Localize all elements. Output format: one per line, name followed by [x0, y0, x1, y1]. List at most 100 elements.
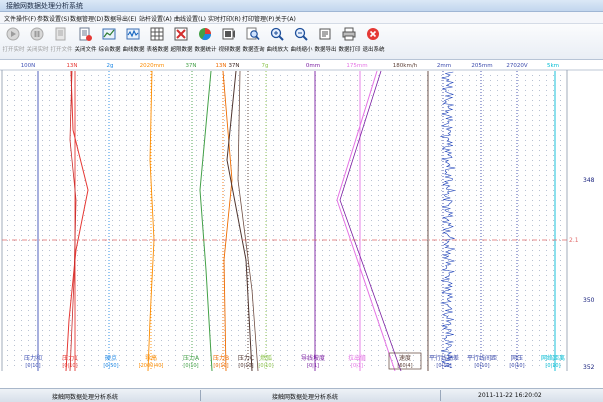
channel-range: [0|10] — [213, 363, 228, 369]
channel-range: [0|10] — [545, 363, 560, 369]
printer-icon — [342, 27, 356, 41]
menu-data-export[interactable]: 数据导出(E) — [104, 14, 136, 23]
channel-name[interactable]: 压力和 — [24, 354, 42, 362]
channel-range: [0|10] — [238, 363, 253, 369]
channel-name[interactable]: 燃弧 — [260, 354, 272, 362]
menu-pole-settings[interactable]: 站杆设置(A) — [139, 14, 172, 23]
channel-range: [0|10] — [436, 363, 451, 369]
channel-name[interactable]: 平行线高差 — [429, 354, 459, 362]
search-icon — [246, 27, 260, 41]
status-separator — [440, 390, 441, 401]
data-export-button[interactable]: 数据导出 — [312, 26, 339, 58]
overlimit-data-button[interactable]: 超限数据 — [168, 26, 195, 58]
channel-name[interactable]: 压力1 — [62, 354, 78, 362]
menu-bar: 文件操作(F) 参数设置(S) 数据管理(D) 数据导出(E) 站杆设置(A) … — [0, 12, 603, 24]
channel-range: [0|10] — [509, 363, 524, 369]
scale-label: 7g — [262, 63, 269, 69]
data-query-button[interactable]: 数据查询 — [240, 26, 267, 58]
open-file-button[interactable]: 打开文件 — [48, 26, 75, 58]
channel-name[interactable]: 压力A — [183, 354, 200, 362]
zoom-out-button[interactable]: 曲线缩小 — [288, 26, 315, 58]
zoom-in-button[interactable]: 曲线放大 — [264, 26, 291, 58]
channel-name[interactable]: 压力C — [238, 354, 254, 362]
scale-label: 180km/h — [393, 63, 418, 69]
table-data-icon — [150, 27, 164, 41]
curve-plot-svg[interactable]: 100N 13N 2g 2020mm 37N 13N 37N 7g 0mm 175mm 180km/… — [0, 60, 603, 371]
status-separator — [200, 390, 201, 401]
table-data-button[interactable]: 表格数据 — [144, 26, 171, 58]
status-middle-text: 接触网数据处理分析系统 — [272, 394, 339, 401]
scale-label: 13N — [66, 63, 77, 69]
scale-label: 37N — [185, 63, 196, 69]
pie-chart-icon — [199, 28, 211, 41]
scale-label: 0mm — [306, 63, 320, 69]
channel-range: [0|1] — [351, 363, 363, 369]
channel-range: [0|10] — [25, 363, 40, 369]
close-realtime-button[interactable]: 关闭实时 — [24, 26, 51, 58]
play-icon — [6, 27, 20, 41]
status-bar: 接触网数据处理分析系统 接触网数据处理分析系统 2011-11-22 16:20… — [0, 388, 603, 402]
reference-level-label: 2.1 — [569, 237, 579, 244]
curve-plot-area[interactable]: 100N 13N 2g 2020mm 37N 13N 37N 7g 0mm 175mm 180km/… — [0, 60, 603, 371]
mileage-tick-label: 350 — [583, 297, 595, 304]
scale-label: 175mm — [346, 63, 367, 69]
curve-data-button[interactable]: 曲线数据 — [120, 26, 147, 58]
channel-range: [2000|40] — [139, 363, 164, 369]
zoom-in-icon — [270, 27, 284, 41]
channel-name[interactable]: 硬点 — [105, 354, 117, 362]
toolbar: 打开实时 关闭实时 打开文件 关闭文件 综合数据 曲线数据 表格数据 超限数据 … — [0, 24, 603, 60]
menu-file[interactable]: 文件操作(F) — [4, 14, 36, 23]
channel-range: [0|10] — [474, 363, 489, 369]
channel-name[interactable]: 拉出值 — [348, 354, 366, 362]
channel-name[interactable]: 网络距离 — [541, 354, 565, 362]
menu-params[interactable]: 参数设置(S) — [37, 14, 70, 23]
channel-name[interactable]: 导线坡度 — [301, 354, 325, 362]
scale-label: 5km — [547, 63, 559, 69]
channel-range: [60|4] — [397, 363, 412, 369]
menu-curve-settings[interactable]: 曲线设置(L) — [174, 14, 206, 23]
title-bar: 接触网数据处理分析系统 — [0, 0, 603, 12]
menu-about[interactable]: 关于(A) — [275, 14, 296, 23]
channel-range: [0|10] — [62, 363, 77, 369]
overlimit-data-icon — [174, 27, 188, 41]
composite-data-button[interactable]: 综合数据 — [96, 26, 123, 58]
video-data-button[interactable]: 视频数据 — [216, 26, 243, 58]
channel-name[interactable]: 导高 — [145, 354, 157, 362]
open-file-icon — [55, 27, 66, 41]
data-print-button[interactable]: 数据打印 — [336, 26, 363, 58]
scale-label: 205mm — [471, 63, 492, 69]
exit-button[interactable]: 退出系统 — [360, 26, 387, 58]
scale-label: 27020V — [506, 63, 527, 69]
pause-icon — [30, 27, 44, 41]
close-file-button[interactable]: 关闭文件 — [72, 26, 99, 58]
channel-range: [0|10] — [258, 363, 273, 369]
menu-realtime-print[interactable]: 实时打印(R) — [208, 14, 241, 23]
channel-range: [0|50] — [103, 363, 118, 369]
scale-label: 13N — [215, 63, 226, 69]
exit-icon — [367, 28, 379, 40]
channel-range: [0|1] — [307, 363, 319, 369]
curve-data-icon — [126, 28, 140, 40]
channel-range: [0|10] — [183, 363, 198, 369]
video-data-icon — [222, 28, 235, 40]
window-title: 接触网数据处理分析系统 — [6, 2, 83, 10]
menu-print-manage[interactable]: 打印管理(P) — [242, 14, 274, 23]
open-realtime-button[interactable]: 打开实时 — [0, 26, 27, 58]
channel-name[interactable]: 压力B — [213, 354, 229, 362]
scale-label: 2mm — [437, 63, 451, 69]
channel-name[interactable]: 网压 — [511, 355, 523, 362]
data-statistics-button[interactable]: 数据统计 — [192, 26, 219, 58]
status-datetime: 2011-11-22 16:20:02 — [478, 392, 542, 399]
channel-name[interactable]: 速度 — [399, 354, 411, 362]
composite-data-icon — [102, 28, 116, 40]
scale-label: 37N — [228, 63, 239, 69]
status-left-text: 接触网数据处理分析系统 — [52, 394, 119, 401]
menu-data-manage[interactable]: 数据管理(D) — [70, 14, 103, 23]
close-file-icon — [79, 27, 92, 41]
channel-name[interactable]: 平行线间距 — [467, 354, 497, 362]
scale-label: 2g — [107, 63, 114, 69]
zoom-out-icon — [294, 27, 308, 41]
export-icon — [319, 28, 331, 40]
scale-label: 100N — [21, 63, 36, 69]
scale-label: 2020mm — [140, 63, 165, 69]
